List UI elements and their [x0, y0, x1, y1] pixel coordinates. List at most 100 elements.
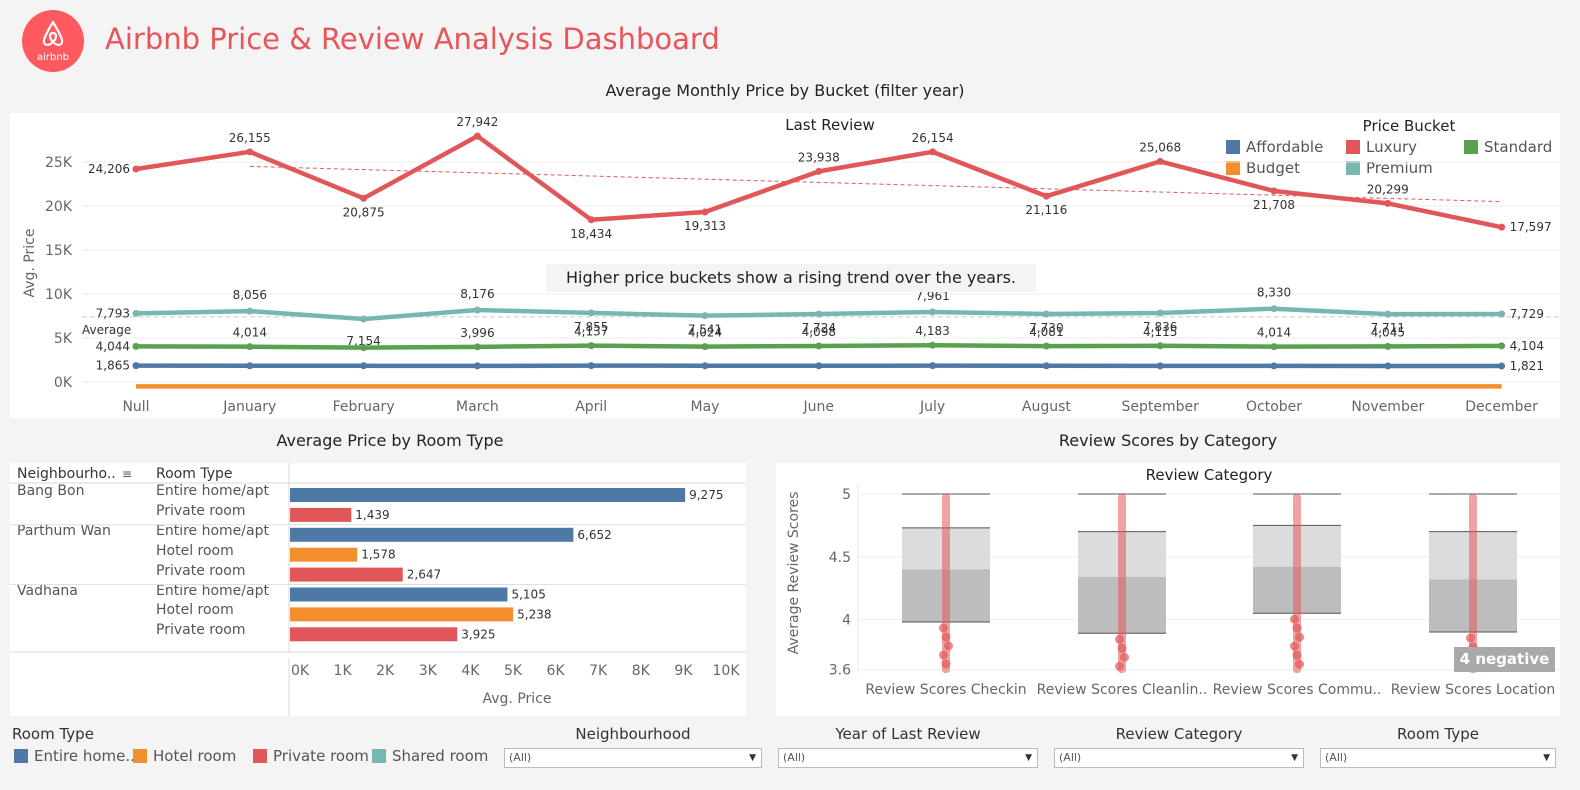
bar[interactable]: [290, 567, 403, 582]
data-label: 21,116: [1025, 203, 1067, 217]
data-point[interactable]: [1270, 362, 1278, 370]
data-point[interactable]: [1498, 342, 1506, 350]
data-point[interactable]: [1270, 343, 1278, 351]
data-point[interactable]: [1384, 342, 1392, 350]
data-point[interactable]: [473, 132, 481, 140]
outlier-point[interactable]: [941, 632, 951, 642]
data-point[interactable]: [360, 194, 368, 202]
data-point[interactable]: [360, 315, 368, 323]
data-point[interactable]: [701, 343, 709, 351]
outlier-point[interactable]: [1120, 652, 1129, 662]
filter-dropdown[interactable]: (All) ▼: [778, 748, 1038, 768]
data-point[interactable]: [360, 362, 368, 370]
outlier-point[interactable]: [1115, 661, 1124, 671]
data-point[interactable]: [815, 310, 823, 318]
outlier-point[interactable]: [1115, 634, 1124, 644]
data-point[interactable]: [473, 343, 481, 351]
room-legend-item[interactable]: Shared room: [372, 747, 488, 765]
data-label: 26,154: [912, 131, 954, 145]
bar[interactable]: [290, 627, 458, 642]
outlier-point[interactable]: [939, 623, 948, 633]
outlier-point[interactable]: [1295, 632, 1304, 642]
data-point[interactable]: [1384, 362, 1392, 370]
data-point[interactable]: [815, 342, 823, 350]
data-point[interactable]: [1156, 309, 1164, 317]
data-point[interactable]: [360, 344, 368, 352]
outlier-point[interactable]: [1466, 633, 1475, 643]
data-point[interactable]: [132, 362, 140, 370]
room-legend-item[interactable]: Private room: [253, 747, 369, 765]
data-point[interactable]: [1156, 342, 1164, 350]
outlier-point[interactable]: [944, 641, 953, 651]
data-point[interactable]: [815, 362, 823, 370]
data-point[interactable]: [473, 362, 481, 370]
data-point[interactable]: [1042, 310, 1050, 318]
filter-title: Neighbourhood: [575, 725, 691, 743]
filter-dropdown[interactable]: (All) ▼: [1320, 748, 1556, 768]
data-point[interactable]: [132, 165, 140, 173]
negative-badge[interactable]: 4 negative: [1454, 647, 1555, 672]
data-point[interactable]: [1384, 310, 1392, 318]
bar[interactable]: [290, 607, 514, 622]
data-point[interactable]: [1384, 199, 1392, 207]
data-point[interactable]: [587, 362, 595, 370]
room-legend-item[interactable]: Hotel room: [133, 747, 236, 765]
data-point[interactable]: [1156, 362, 1164, 370]
data-point[interactable]: [1270, 187, 1278, 195]
data-point[interactable]: [929, 341, 937, 349]
data-point[interactable]: [929, 148, 937, 156]
data-point[interactable]: [246, 343, 254, 351]
data-point[interactable]: [587, 342, 595, 350]
chevron-down-icon[interactable]: ▼: [1025, 749, 1032, 767]
outlier-point[interactable]: [941, 659, 951, 669]
outlier-point[interactable]: [1290, 641, 1299, 651]
data-label: 18,434: [570, 227, 612, 241]
data-point[interactable]: [587, 309, 595, 317]
data-point[interactable]: [473, 306, 481, 314]
outlier-point[interactable]: [1295, 659, 1304, 669]
data-point[interactable]: [587, 216, 595, 224]
data-point[interactable]: [1498, 223, 1506, 231]
data-point[interactable]: [701, 208, 709, 216]
bar[interactable]: [290, 527, 574, 542]
chevron-down-icon[interactable]: ▼: [749, 749, 756, 767]
data-point[interactable]: [1156, 157, 1164, 165]
data-point[interactable]: [132, 309, 140, 317]
data-point[interactable]: [1042, 362, 1050, 370]
bar[interactable]: [290, 587, 508, 602]
data-point[interactable]: [815, 167, 823, 175]
data-point[interactable]: [246, 307, 254, 315]
data-point[interactable]: [1042, 192, 1050, 200]
data-point[interactable]: [1498, 310, 1506, 318]
data-point[interactable]: [1498, 362, 1506, 370]
data-label: 23,938: [798, 150, 840, 164]
data-point[interactable]: [132, 342, 140, 350]
data-point[interactable]: [246, 362, 254, 370]
bar-chart[interactable]: 9,275 1,439 6,652 1,578 2,647 5,105 5,238 3,925…: [10, 463, 746, 716]
outlier-point[interactable]: [1290, 614, 1299, 624]
y-axis-label: Average Review Scores: [786, 492, 802, 655]
chevron-down-icon[interactable]: ▼: [1291, 749, 1298, 767]
bar[interactable]: [290, 507, 352, 522]
data-point[interactable]: [929, 308, 937, 316]
room-type-legend-title: Room Type: [12, 725, 94, 743]
data-point[interactable]: [246, 148, 254, 156]
box-chart[interactable]: Average Review Scores 3.6 4 4.5 5 Review Scor…: [776, 463, 1560, 716]
outlier-point[interactable]: [939, 650, 948, 660]
bar[interactable]: [290, 488, 686, 502]
filter-dropdown[interactable]: (All) ▼: [504, 748, 762, 768]
data-point[interactable]: [701, 362, 709, 370]
filter-dropdown[interactable]: (All) ▼: [1054, 748, 1304, 768]
data-point[interactable]: [929, 362, 937, 370]
bar[interactable]: [290, 547, 358, 562]
data-point[interactable]: [1042, 342, 1050, 350]
outlier-point[interactable]: [1292, 650, 1302, 660]
outlier-point[interactable]: [1292, 623, 1302, 633]
room-legend-item[interactable]: Entire home..: [14, 747, 135, 765]
data-point[interactable]: [701, 312, 709, 320]
chevron-down-icon[interactable]: ▼: [1543, 749, 1550, 767]
line-chart-title: Average Monthly Price by Bucket (filter …: [605, 81, 965, 100]
data-point[interactable]: [1270, 305, 1278, 313]
data-label: 4,098: [802, 325, 836, 339]
outlier-point[interactable]: [1117, 643, 1127, 653]
